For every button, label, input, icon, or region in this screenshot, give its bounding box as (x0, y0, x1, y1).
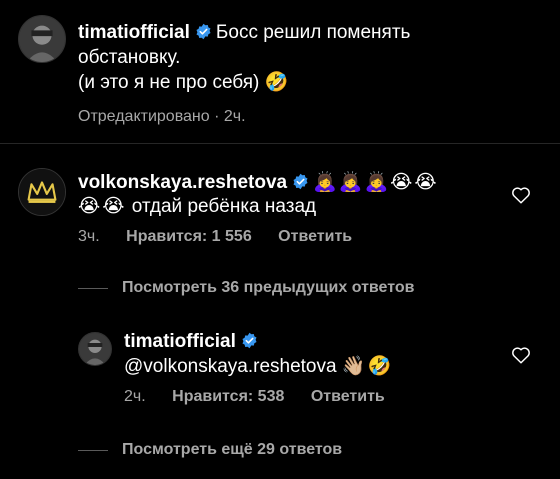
comment-text: отдай ребёнка назад (131, 196, 317, 217)
reply-mention[interactable]: @volkonskaya.reshetova (124, 356, 337, 377)
verified-badge-icon (293, 173, 308, 190)
comment-emojis-line2: 😭 😭 (78, 195, 126, 217)
view-previous-replies[interactable]: Посмотреть 36 предыдущих ответов (122, 279, 414, 297)
bowing-emoji: 🙇‍♀️ (313, 171, 337, 193)
post-caption-line3: (и это я не про себя) 🤣 (78, 70, 288, 95)
comment-username[interactable]: volkonskaya.reshetova (78, 172, 287, 193)
reply-meta: 2ч. Нравится: 538 Ответить (124, 388, 385, 406)
view-previous-divider (78, 288, 108, 289)
crying-emoji: 😭 (78, 195, 101, 217)
section-divider (0, 143, 560, 144)
bowing-emoji: 🙇‍♀️ (338, 171, 363, 193)
crying-emoji: 😭 (414, 171, 437, 193)
reply-avatar[interactable] (78, 332, 112, 366)
view-more-label: Посмотреть ещё 29 ответов (122, 441, 343, 458)
crown-logo-icon (19, 169, 65, 215)
reply-reply-button[interactable]: Ответить (311, 388, 385, 405)
verified-badge-icon (242, 332, 257, 349)
comment-time: 3ч. (78, 228, 100, 245)
comment-line1: volkonskaya.reshetova 🙇‍♀️ 🙇‍♀️ 🙇‍♀️ 😭 😭 (78, 170, 439, 195)
comment-reply-button[interactable]: Ответить (278, 228, 352, 245)
reply-username[interactable]: timatiofficial (124, 331, 236, 352)
view-more-replies[interactable]: Посмотреть ещё 29 ответов (122, 441, 342, 459)
comment-meta: 3ч. Нравится: 1 556 Ответить (78, 228, 352, 246)
caption-text: Босс решил поменять (215, 22, 411, 43)
avatar-image (79, 333, 111, 365)
meta-separator: · (214, 108, 220, 125)
caption-text-3: (и это я не про себя) (78, 72, 260, 93)
bowing-emoji: 🙇‍♀️ (364, 171, 389, 193)
reply-like-heart-icon[interactable] (511, 346, 531, 364)
crying-emoji: 😭 (390, 171, 413, 193)
comment-likes[interactable]: Нравится: 1 556 (126, 228, 252, 245)
post-avatar[interactable] (18, 15, 66, 63)
post-username[interactable]: timatiofficial (78, 22, 190, 43)
comment-line2: 😭 😭 отдай ребёнка назад (78, 194, 316, 219)
reply-line1: timatiofficial (124, 329, 262, 354)
view-more-divider (78, 450, 108, 451)
post-caption-line1: timatiofficial Босс решил поменять (78, 20, 410, 45)
rofl-emoji: 🤣 (367, 355, 392, 377)
post-caption-line2: обстановку. (78, 47, 181, 68)
edited-label: Отредактировано (78, 108, 210, 125)
reply-emojis: 👋🏼 🤣 (342, 355, 393, 377)
comment-avatar[interactable] (18, 168, 66, 216)
verified-badge-icon (196, 23, 211, 40)
avatar-image (19, 16, 65, 62)
comment-like-heart-icon[interactable] (511, 186, 531, 204)
comment-emojis-inline: 🙇‍♀️ 🙇‍♀️ 🙇‍♀️ 😭 😭 (313, 171, 438, 193)
crying-emoji: 😭 (102, 195, 125, 217)
reply-likes[interactable]: Нравится: 538 (172, 388, 284, 405)
rofl-emoji: 🤣 (264, 71, 289, 93)
post-time: 2ч. (223, 108, 246, 125)
view-previous-label: Посмотреть 36 предыдущих ответов (122, 279, 415, 296)
reply-time: 2ч. (124, 388, 146, 405)
reply-line2: @volkonskaya.reshetova 👋🏼 🤣 (124, 354, 393, 379)
waving-hand-emoji: 👋🏼 (341, 355, 366, 377)
post-meta: Отредактировано · 2ч. (78, 108, 246, 126)
